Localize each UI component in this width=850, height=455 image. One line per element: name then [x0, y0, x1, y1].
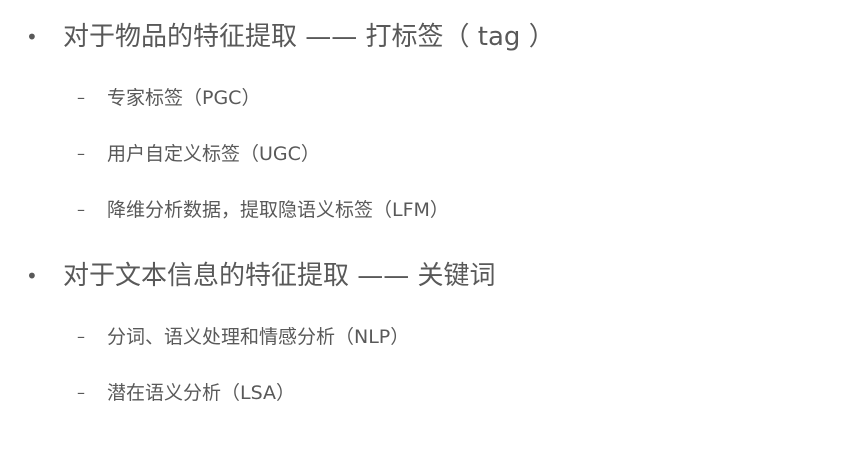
dash-marker: –	[77, 383, 85, 402]
bullet-item-item-feature-extraction: • 对于物品的特征提取 —— 打标签（ tag ）	[0, 17, 850, 57]
bullet-item-text-feature-extraction: • 对于文本信息的特征提取 —— 关键词	[0, 256, 850, 296]
sub-item-lfm: – 降维分析数据，提取隐语义标签（LFM）	[0, 195, 850, 225]
bullet-text: 对于文本信息的特征提取 —— 关键词	[63, 261, 496, 291]
sub-item-text: 用户自定义标签（UGC）	[107, 143, 320, 165]
sub-item-text: 潜在语义分析（LSA）	[107, 382, 295, 404]
bullet-marker: •	[26, 25, 38, 49]
bullet-marker: •	[26, 264, 38, 288]
sub-item-pgc: – 专家标签（PGC）	[0, 83, 850, 113]
sub-item-text: 专家标签（PGC）	[107, 87, 261, 109]
sub-item-ugc: – 用户自定义标签（UGC）	[0, 139, 850, 169]
sub-item-nlp: – 分词、语义处理和情感分析（NLP）	[0, 322, 850, 352]
slide-content: • 对于物品的特征提取 —— 打标签（ tag ） – 专家标签（PGC） – …	[0, 0, 850, 455]
sub-item-text: 降维分析数据，提取隐语义标签（LFM）	[107, 199, 449, 221]
dash-marker: –	[77, 88, 85, 107]
dash-marker: –	[77, 144, 85, 163]
dash-marker: –	[77, 327, 85, 346]
bullet-text: 对于物品的特征提取 —— 打标签（ tag ）	[63, 22, 555, 52]
sub-item-text: 分词、语义处理和情感分析（NLP）	[107, 326, 410, 348]
sub-item-lsa: – 潜在语义分析（LSA）	[0, 378, 850, 408]
dash-marker: –	[77, 200, 85, 219]
